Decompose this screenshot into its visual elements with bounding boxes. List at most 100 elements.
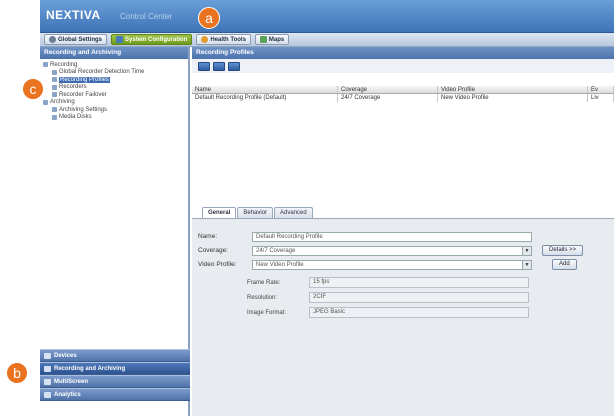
nav-devices-label: Devices — [54, 352, 77, 359]
devices-icon — [44, 352, 51, 359]
analytics-icon — [44, 391, 51, 398]
maps-label: Maps — [268, 36, 285, 43]
callout-marker-b: b — [6, 362, 28, 384]
maps-button[interactable]: Maps — [254, 34, 290, 45]
profile-toolbar — [192, 59, 614, 73]
tree-item-label: Archiving — [50, 99, 75, 106]
video-profile-select[interactable]: New Video Profile ▼ — [252, 259, 532, 270]
image-format-label: Image Format: — [247, 309, 287, 316]
config-icon — [116, 36, 124, 43]
cell-video-profile: New Video Profile — [438, 94, 588, 102]
settings-icon — [52, 69, 57, 75]
cell-name: Default Recording Profile (Default) — [192, 94, 338, 102]
tree-item-label: Archiving Settings — [59, 106, 108, 113]
disk-icon — [52, 114, 57, 120]
coverage-value: 24/7 Coverage — [256, 247, 296, 254]
column-coverage[interactable]: Coverage — [338, 86, 438, 93]
system-config-label: System Configuration — [125, 36, 188, 43]
name-field[interactable]: Default Recording Profile — [252, 231, 532, 242]
folder-icon — [43, 99, 48, 105]
resolution-label: Resolution: — [247, 294, 278, 301]
coverage-row: Coverage: 24/7 Coverage ▼ — [198, 245, 532, 256]
tree-item-media-disks[interactable]: Media Disks — [43, 114, 185, 122]
global-settings-button[interactable]: Global Settings — [44, 34, 108, 45]
main-toolbar: Global Settings System Configuration Hea… — [40, 33, 614, 47]
name-row: Name: Default Recording Profile — [198, 231, 532, 242]
callout-marker-c: c — [22, 78, 44, 100]
failover-icon — [52, 92, 57, 98]
tree-item-label: Media Disks — [59, 114, 92, 121]
tree-item-label: Recording — [50, 61, 78, 68]
health-tools-label: Health Tools — [210, 36, 246, 43]
nav-analytics-label: Analytics — [54, 391, 81, 398]
multiscreen-icon — [44, 378, 51, 385]
left-panel-title: Recording and Archiving — [40, 47, 188, 59]
column-video-profile[interactable]: Video Profile — [438, 86, 588, 93]
image-format-row: Image Format: JPEG Basic — [247, 307, 529, 318]
product-name: Control Center — [120, 12, 173, 21]
profile-tabs: General Behavior Advanced — [202, 207, 313, 218]
cell-events: Liv — [588, 94, 614, 102]
tree-item-label: Recorder Failover — [59, 91, 107, 98]
gear-icon — [49, 36, 56, 43]
add-profile-icon[interactable] — [198, 61, 210, 71]
image-format-value: JPEG Basic — [309, 307, 529, 318]
frame-rate-row: Frame Rate: 15 fps — [247, 277, 529, 288]
tab-general[interactable]: General — [202, 207, 237, 218]
tree-item-archiving[interactable]: Archiving — [43, 99, 185, 107]
chevron-down-icon: ▼ — [522, 246, 531, 255]
section-navigator: Devices Recording and Archiving MultiScr… — [40, 349, 190, 416]
nav-analytics[interactable]: Analytics — [40, 388, 190, 401]
tab-advanced[interactable]: Advanced — [274, 207, 313, 218]
tree-item-recording[interactable]: Recording — [43, 61, 185, 69]
resolution-row: Resolution: 2CIF — [247, 292, 529, 303]
tree-item-archiving-settings[interactable]: Archiving Settings — [43, 106, 185, 114]
map-icon — [259, 36, 267, 43]
health-tools-button[interactable]: Health Tools — [196, 34, 251, 45]
settings-tree: Recording Global Recorder Detection Time… — [40, 59, 188, 123]
table-row[interactable]: Default Recording Profile (Default) 24/7… — [192, 94, 614, 102]
nav-multiscreen[interactable]: MultiScreen — [40, 375, 190, 388]
global-settings-label: Global Settings — [58, 36, 103, 43]
tree-item-label: Global Recorder Detection Time — [59, 69, 145, 76]
tree-item-recorder-failover[interactable]: Recorder Failover — [43, 91, 185, 99]
right-panel: Recording Profiles Name Coverage Video P… — [192, 47, 614, 416]
nav-devices[interactable]: Devices — [40, 349, 190, 362]
tree-item-recording-profiles[interactable]: Recording Profiles — [43, 76, 185, 84]
video-profile-label: Video Profile: — [198, 261, 237, 268]
nav-multiscreen-label: MultiScreen — [54, 378, 89, 385]
app-logo: NEXTIVA — [46, 8, 101, 22]
settings-icon — [52, 107, 57, 113]
tree-item-label: Recorders — [59, 84, 87, 91]
nav-recording-label: Recording and Archiving — [54, 365, 126, 372]
video-profile-value: New Video Profile — [256, 261, 304, 268]
coverage-select[interactable]: 24/7 Coverage ▼ — [252, 245, 532, 256]
profile-form: Name: Default Recording Profile Coverage… — [192, 218, 614, 416]
folder-icon — [43, 62, 48, 68]
tab-behavior[interactable]: Behavior — [237, 207, 274, 218]
callout-marker-a: a — [198, 7, 220, 29]
details-button[interactable]: Details >> — [542, 245, 584, 256]
system-config-button[interactable]: System Configuration — [111, 34, 193, 45]
delete-profile-icon[interactable] — [228, 61, 240, 71]
video-profile-row: Video Profile: New Video Profile ▼ — [198, 259, 532, 270]
frame-rate-value: 15 fps — [309, 277, 529, 288]
tree-item-recorders[interactable]: Recorders — [43, 84, 185, 92]
nav-recording-archiving[interactable]: Recording and Archiving — [40, 362, 190, 375]
edit-profile-icon[interactable] — [213, 61, 225, 71]
recording-icon — [44, 365, 51, 372]
add-button[interactable]: Add — [552, 259, 577, 270]
column-name[interactable]: Name — [192, 86, 338, 93]
column-events[interactable]: Ev — [588, 86, 614, 93]
tree-item-detection-time[interactable]: Global Recorder Detection Time — [43, 69, 185, 77]
name-label: Name: — [198, 233, 218, 240]
title-bar: NEXTIVA Control Center — [40, 0, 614, 33]
profile-icon — [52, 77, 57, 83]
chevron-down-icon: ▼ — [522, 260, 531, 269]
recorder-icon — [52, 84, 57, 90]
table-header: Name Coverage Video Profile Ev — [192, 86, 614, 94]
cell-coverage: 24/7 Coverage — [338, 94, 438, 102]
right-panel-title: Recording Profiles — [192, 47, 614, 59]
coverage-label: Coverage: — [198, 247, 228, 254]
frame-rate-label: Frame Rate: — [247, 279, 281, 286]
